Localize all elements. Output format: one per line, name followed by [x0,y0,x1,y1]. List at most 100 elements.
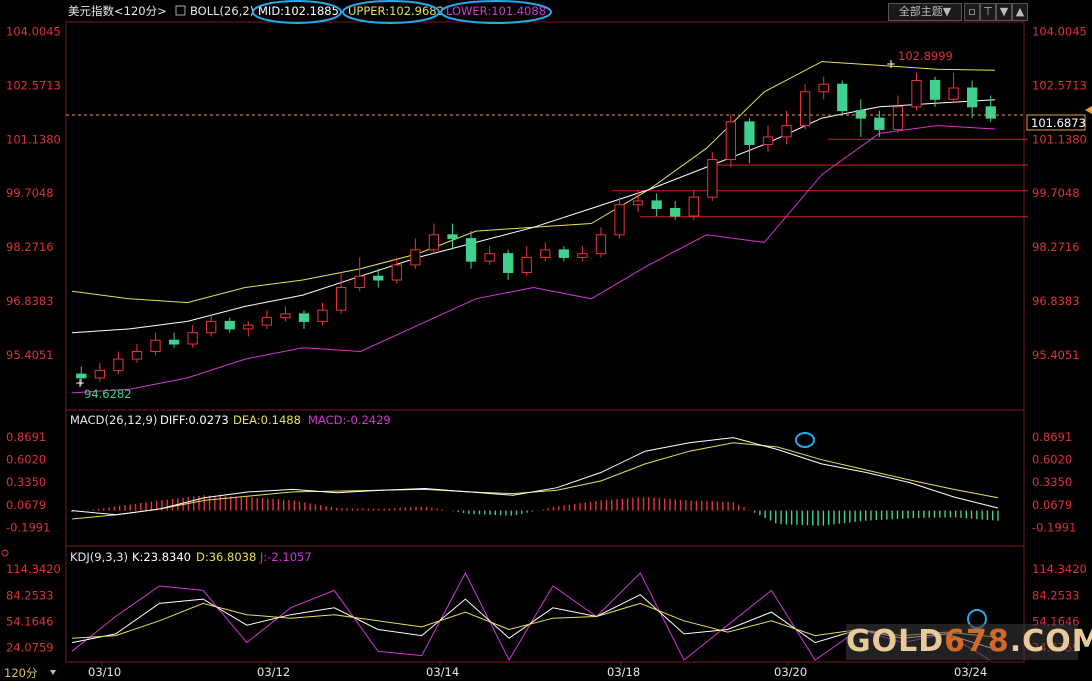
date-tick: 03/10 [88,665,121,679]
kdj-d-value: D:36.8038 [196,550,256,564]
instrument-title: 美元指数<120分> [68,4,167,18]
candle-up [614,204,625,236]
candle-up [892,106,904,130]
candle-up [688,196,699,217]
boll-mid-value: MID:102.1885 [258,4,339,18]
current-price-label: 101.6873 [1031,116,1086,130]
candle-up [595,234,607,255]
theme-select-button[interactable]: 全部主题▼ [888,3,962,21]
candle-down [855,110,866,119]
boll-lower-value: LOWER:101.4088 [446,4,546,18]
support-lines [612,138,1028,218]
candle-up [632,200,644,206]
candle-up [577,253,588,258]
date-tick: 03/24 [954,665,987,679]
kdj-j-value: J:-2.1057 [259,550,312,564]
macd-tick-right: 0.3350 [1032,475,1072,489]
low-marker-icon: + [75,376,85,390]
candle-down [447,234,458,240]
candle-up [131,351,143,360]
kdj-indicator-name: KDJ(9,3,3) [70,550,128,564]
candle-up [781,125,792,138]
price-tick-left: 99.7048 [6,186,54,200]
price-tick-right: 96.8383 [1032,294,1080,308]
price-tick-right: 104.0045 [1032,24,1087,38]
candle-up [762,136,774,145]
candle-up [317,309,328,322]
date-tick: 03/14 [426,665,459,679]
macd-tick-left: 0.3350 [6,475,46,489]
candle-up [725,121,737,161]
candle-down [298,313,310,322]
candle-up [948,87,959,100]
price-tick-right: 101.1380 [1032,132,1087,146]
candle-up [206,320,217,334]
candle-down [837,83,848,112]
macd-indicator-name: MACD(26,12,9) [70,413,157,427]
price-tick-left: 95.4051 [6,348,54,362]
price-tick-left: 104.0045 [6,24,61,38]
macd-diff-value: DIFF:0.0273 [160,413,229,427]
candle-up [113,358,124,371]
candlesticks [76,72,996,386]
price-tick-right: 102.5713 [1032,78,1087,92]
candle-up [94,369,105,379]
candle-down [744,121,755,145]
date-tick: 03/18 [607,665,640,679]
boll-upper-line [71,61,996,304]
boll-mid-line [71,99,996,334]
candle-down [224,320,235,330]
price-tick-right: 95.4051 [1032,348,1080,362]
price-tick-right: 99.7048 [1032,186,1080,200]
watermark-logo: GOLD678.COM [846,624,1092,660]
candle-up [484,253,495,262]
macd-dea-line [71,442,999,520]
candle-up [391,264,402,281]
panel-marker-icon [1,549,9,557]
candle-up [911,79,922,108]
price-tick-left: 98.2716 [6,240,54,254]
macd-tick-right: 0.6020 [1032,453,1072,467]
candle-down [929,79,941,100]
candle-down [558,249,569,258]
candle-up [243,324,254,330]
candle-down [967,87,978,108]
candle-down [373,275,384,281]
macd-hist-value: MACD:-0.2429 [308,413,391,427]
macd-tick-left: 0.0679 [6,498,46,512]
candle-down [465,238,477,262]
macd-panel-frame [65,409,1025,547]
period-dropdown-icon[interactable] [50,670,56,675]
indicator-icon[interactable] [175,5,186,16]
period-selector[interactable]: 120分 [4,665,37,681]
candle-up [187,332,198,345]
candle-up [428,234,440,251]
macd-peak-highlight [795,432,815,448]
candle-up [150,339,161,353]
macd-tick-right: 0.8691 [1032,430,1072,444]
kdj-tick-right: 84.2533 [1032,588,1080,602]
price-tick-left: 96.8383 [6,294,54,308]
kdj-tick-right: 114.3420 [1032,562,1087,576]
scroll-up-button[interactable]: ▲ [1012,3,1028,21]
low-price-label: 94.6282 [84,387,132,401]
macd-tick-left: 0.6020 [6,453,46,467]
macd-diff-line [71,437,999,516]
boll-indicator-name: BOLL(26,2) [190,4,254,18]
kdj-tick-left: 84.2533 [6,588,54,602]
scroll-down-button[interactable]: ▼ [996,3,1012,21]
boll-lower-line [71,125,996,394]
candle-up [707,159,718,198]
candle-up [261,317,273,326]
candle-up [818,83,829,93]
high-price-label: 102.8999 [898,49,953,63]
kdj-tick-left: 114.3420 [6,562,61,576]
candle-down [985,106,996,119]
adjust-button[interactable]: ⊤ [980,3,996,21]
date-tick: 03/20 [774,665,807,679]
kdj-tick-left: 24.0759 [6,641,54,655]
chart-canvas: 美元指数<120分> BOLL(26,2) MID:102.1885 UPPER… [1,0,1092,679]
pin-button[interactable]: ▫ [964,3,980,21]
candle-down [503,253,514,273]
kdj-k-value: K:23.8340 [132,550,191,564]
